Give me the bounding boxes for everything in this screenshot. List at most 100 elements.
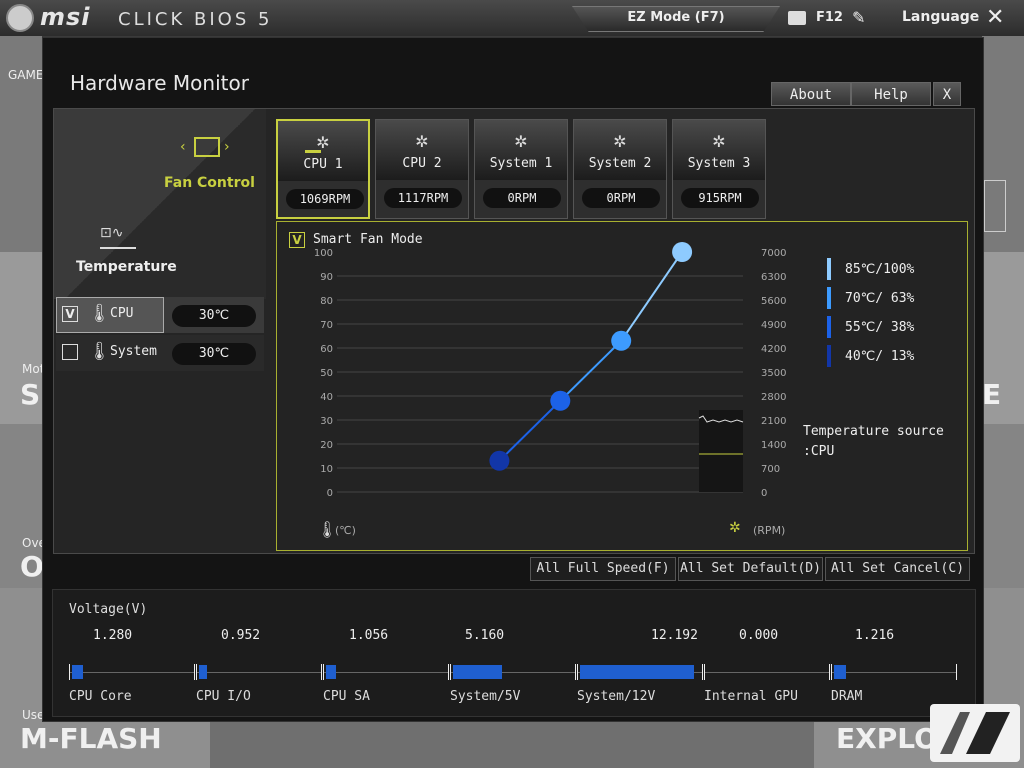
fan-tab-system-2[interactable]: ✲ System 2 0RPM — [573, 119, 667, 219]
close-window-button[interactable]: X — [933, 82, 961, 106]
legend-item: 40℃/ 13% — [827, 345, 967, 369]
language-button[interactable]: Language — [902, 9, 979, 25]
right-tick-label: 7000 — [761, 248, 786, 259]
about-button[interactable]: About — [771, 82, 851, 106]
voltage-bar-fill — [72, 665, 83, 679]
sensor-row-system[interactable]: 🌡 System 30℃ — [56, 335, 264, 371]
close-bios-button[interactable]: ✕ — [986, 5, 1004, 30]
right-tick-label: 1400 — [761, 440, 786, 451]
right-tick-label: 0 — [761, 488, 767, 499]
all-set-cancel-button[interactable]: All Set Cancel(C) — [825, 557, 970, 581]
bg-tile-big-label: E — [982, 378, 1002, 411]
curve-point-handle[interactable] — [489, 450, 510, 471]
legend-label: 55℃/ 38% — [845, 320, 915, 335]
chevron-right-icon[interactable]: › — [224, 139, 230, 155]
smart-fan-label: Smart Fan Mode — [313, 232, 423, 247]
window-title: Hardware Monitor — [70, 71, 249, 95]
curve-point-handle[interactable] — [611, 330, 632, 351]
fan-rpm: 0RPM — [582, 188, 660, 208]
screenshot-key-label[interactable]: F12 — [816, 10, 843, 25]
fan-rpm: 1069RPM — [286, 189, 364, 209]
voltage-bar-fill — [580, 665, 694, 679]
voltage-label-cpu-sa: CPU SA — [323, 689, 370, 704]
bg-tile-left-top: GAME — [0, 36, 44, 252]
top-bar: msi CLICK BIOS 5 EZ Mode (F7) F12 ✎ Lang… — [0, 0, 1024, 36]
temperature-unit-label: (℃) — [335, 524, 356, 537]
left-tick-label: 60 — [320, 344, 333, 355]
curve-segment — [620, 251, 683, 342]
voltage-bar-cpu-core — [69, 664, 195, 680]
voltage-bar-track — [832, 672, 956, 673]
smart-fan-checkbox[interactable]: V — [289, 232, 305, 248]
curve-point-handle[interactable] — [550, 390, 571, 411]
voltage-bar-track — [705, 672, 829, 673]
all-set-default-button[interactable]: All Set Default(D) — [678, 557, 823, 581]
voltage-bar-internal-gpu — [704, 664, 830, 680]
voltage-bar-track — [197, 672, 321, 673]
all-full-speed-button[interactable]: All Full Speed(F) — [530, 557, 676, 581]
smart-fan-graph-panel: V Smart Fan Mode 100 90 80 70 60 50 40 30 20 10 0 … — [276, 221, 968, 551]
legend-swatch — [827, 345, 831, 367]
bg-tile-bottom — [210, 720, 814, 768]
legend-swatch — [827, 287, 831, 309]
voltage-label-internal-gpu: Internal GPU — [704, 689, 798, 704]
temperature-graph-icon[interactable]: ⊡∿ — [100, 225, 136, 249]
voltage-bar-fill — [834, 665, 846, 679]
curve-point-handle[interactable] — [672, 242, 693, 262]
screenshot-icon[interactable] — [788, 11, 806, 25]
temperature-source-label: Temperature source — [803, 424, 944, 439]
left-tick-label: 40 — [320, 392, 333, 403]
right-tick-label: 5600 — [761, 296, 786, 307]
sensor-name: System — [110, 344, 157, 359]
temperature-tab[interactable]: Temperature — [76, 259, 177, 275]
right-tick-label: 2800 — [761, 392, 786, 403]
thermometer-icon: 🌡 — [88, 341, 111, 362]
right-tick-label: 3500 — [761, 368, 786, 379]
legend-label: 85℃/100% — [845, 262, 915, 277]
voltage-label-dram: DRAM — [831, 689, 863, 704]
left-tick-label: 20 — [320, 440, 333, 451]
fan-name: CPU 1 — [303, 157, 343, 172]
legend-swatch — [827, 316, 831, 338]
fan-control-icon[interactable] — [194, 137, 220, 157]
help-button[interactable]: Help — [851, 82, 931, 106]
sensor-checkbox-cpu[interactable]: V — [62, 306, 78, 322]
chevron-left-icon[interactable]: ‹ — [180, 139, 186, 155]
brand-name: msi — [40, 3, 91, 31]
fan-tab-cpu-2[interactable]: ✲ CPU 2 1117RPM — [375, 119, 469, 219]
legend-item: 85℃/100% — [827, 258, 967, 282]
fan-name: System 2 — [588, 156, 652, 171]
legend-label: 40℃/ 13% — [845, 349, 915, 364]
fan-control-tab[interactable]: Fan Control — [164, 175, 255, 191]
sensor-row-cpu[interactable]: V 🌡 CPU 30℃ — [56, 297, 264, 333]
voltage-bar-track — [70, 672, 194, 673]
fan-tab-cpu-1[interactable]: ✲ CPU 1 1069RPM — [276, 119, 370, 219]
voltage-value-internal-gpu: 0.000 — [739, 628, 779, 643]
left-tick-label: 70 — [320, 320, 333, 331]
fan-curve-chart[interactable]: 1009080706050403020100 70006300560049004… — [297, 242, 786, 542]
right-tick-label: 2100 — [761, 416, 786, 427]
voltage-bar-cpu-io — [196, 664, 322, 680]
voltage-value-system-5v: 5.160 — [465, 628, 505, 643]
fan-tab-system-3[interactable]: ✲ System 3 915RPM — [672, 119, 766, 219]
rpm-history-area — [699, 410, 743, 492]
fan-rpm: 915RPM — [681, 188, 759, 208]
language-icon[interactable]: ✎ — [852, 8, 882, 28]
ez-mode-button[interactable]: EZ Mode (F7) — [572, 6, 780, 32]
brand-subtitle: CLICK BIOS 5 — [118, 9, 273, 30]
bg-tile-frame — [984, 180, 1006, 232]
fan-name: System 1 — [489, 156, 553, 171]
fan-tab-system-1[interactable]: ✲ System 1 0RPM — [474, 119, 568, 219]
sensor-checkbox-system[interactable] — [62, 344, 78, 360]
temperature-source-value: :CPU — [803, 444, 835, 459]
bg-tile-label: GAME — [8, 68, 44, 82]
legend-label: 70℃/ 63% — [845, 291, 915, 306]
fan-icon: ✲ — [415, 132, 429, 151]
chart-grid — [337, 275, 743, 493]
bg-tile-right-2 — [982, 424, 1024, 588]
right-tick-label: 4200 — [761, 344, 786, 355]
bg-tile-big-label: EXPLO — [836, 722, 938, 755]
sensor-value: 30℃ — [172, 305, 256, 327]
left-nav: ‹ › Fan Control ⊡∿ Temperature — [54, 109, 266, 299]
voltage-bar-cpu-sa — [323, 664, 449, 680]
